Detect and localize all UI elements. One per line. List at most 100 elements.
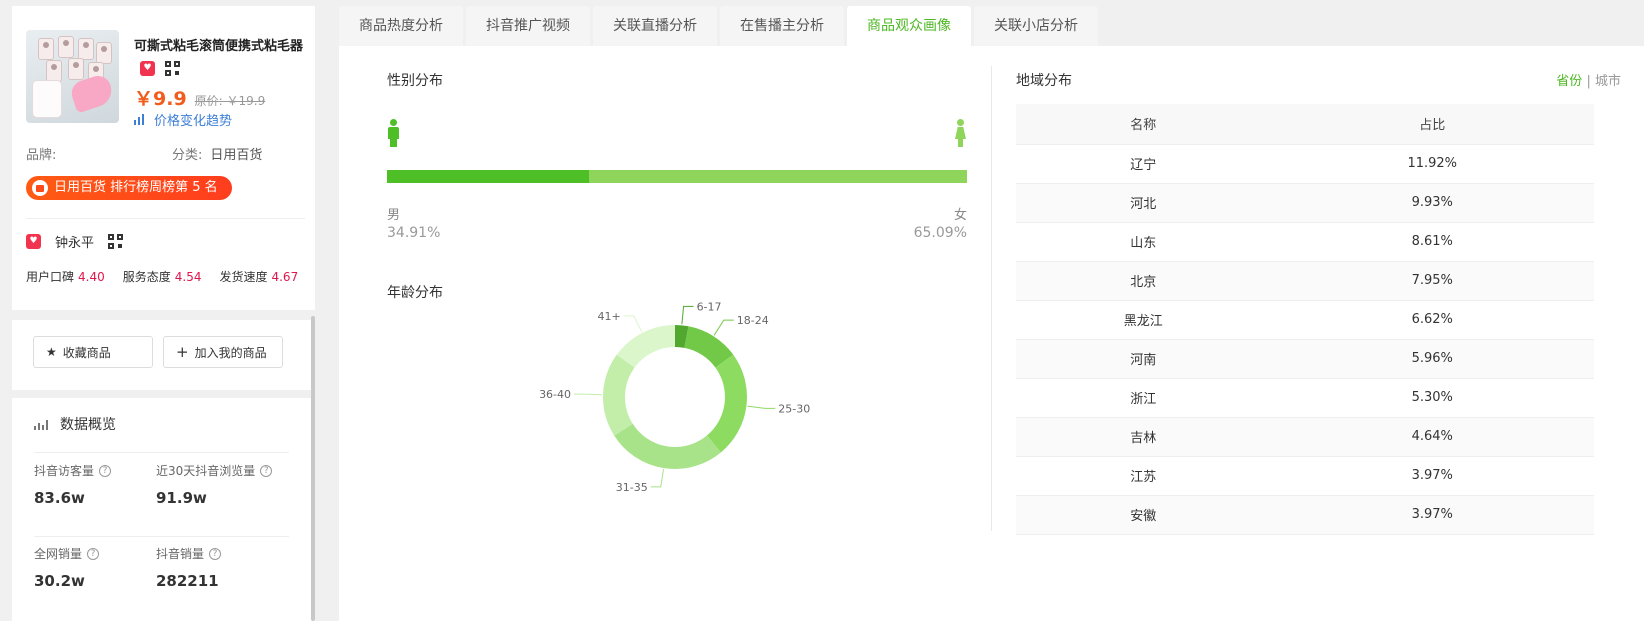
- sidebar-scrollbar[interactable]: [311, 316, 315, 621]
- shop-icon: [26, 234, 41, 249]
- qr-code-icon[interactable]: [108, 234, 124, 249]
- toggle-province[interactable]: 省份: [1556, 74, 1582, 89]
- tab-heat-analysis[interactable]: 商品热度分析: [339, 6, 463, 46]
- bar-chart-icon: [134, 114, 146, 125]
- region-table: 名称 占比 辽宁 11.92% 河北 9.93% 山东 8.61% 北京 7.95% 黑…: [1016, 104, 1594, 535]
- age-slice-6-17[interactable]: [674, 325, 689, 348]
- current-price: ￥9.9: [134, 88, 187, 110]
- age-slice-31-35[interactable]: [614, 423, 721, 469]
- age-slice-25-30[interactable]: [706, 354, 747, 453]
- tab-live-analysis[interactable]: 关联直播分析: [593, 6, 717, 46]
- region-share: 6.62%: [1270, 300, 1594, 340]
- price-trend-link[interactable]: 价格变化趋势: [134, 110, 232, 129]
- column-header-share: 占比: [1270, 104, 1594, 145]
- chart-icon: [34, 418, 50, 430]
- help-icon[interactable]: ?: [260, 464, 273, 477]
- shop-name: 钟永平: [55, 236, 95, 251]
- region-name: 辽宁: [1016, 144, 1271, 184]
- product-title[interactable]: 可撕式粘毛滚筒便携式粘毛器: [134, 36, 312, 80]
- price-trend-label: 价格变化趋势: [154, 114, 233, 129]
- age-leader-line: [574, 393, 603, 396]
- divider: [26, 218, 305, 219]
- table-row: 江苏 3.97%: [1016, 456, 1594, 496]
- region-share: 4.64%: [1270, 417, 1594, 457]
- region-name: 安徽: [1016, 495, 1271, 535]
- help-icon[interactable]: ?: [87, 547, 100, 560]
- age-slice-18-24[interactable]: [683, 326, 734, 368]
- table-row: 辽宁 11.92%: [1016, 144, 1594, 184]
- section-gap: [12, 310, 315, 320]
- age-donut-chart: 6-17 18-24 25-30 31-35 36-40 41+: [539, 300, 810, 493]
- region-share: 5.30%: [1270, 378, 1594, 418]
- table-row: 吉林 4.64%: [1016, 417, 1594, 457]
- region-name: 河南: [1016, 339, 1271, 379]
- rank-badge[interactable]: 日用百货 排行榜周榜第 5 名: [26, 176, 232, 200]
- table-row: 北京 7.95%: [1016, 261, 1594, 301]
- age-label: 41+: [597, 310, 620, 323]
- region-name: 河北: [1016, 183, 1271, 223]
- shop-icon[interactable]: [140, 61, 155, 76]
- tab-related-shops[interactable]: 关联小店分析: [974, 6, 1098, 46]
- product-title-text: 可撕式粘毛滚筒便携式粘毛器: [134, 39, 304, 54]
- tab-audience-profile[interactable]: 商品观众画像: [847, 6, 971, 46]
- action-buttons: ★ 收藏商品 + 加入我的商品: [33, 336, 283, 368]
- stat-douyin-visitors: 抖音访客量? 83.6w: [34, 462, 112, 507]
- toggle-separator: |: [1586, 74, 1591, 89]
- category-value: 日用百货: [210, 148, 263, 163]
- add-to-my-products-button[interactable]: + 加入我的商品: [163, 336, 283, 368]
- region-share: 8.61%: [1270, 222, 1594, 262]
- stat-total-sales: 全网销量? 30.2w: [34, 545, 100, 590]
- column-header-name: 名称: [1016, 104, 1271, 145]
- toggle-city[interactable]: 城市: [1595, 74, 1621, 89]
- product-sidebar: 可撕式粘毛滚筒便携式粘毛器 ￥9.9 原价: ￥19.9 价格变化趋势 品牌: …: [12, 6, 315, 621]
- age-slice-41+[interactable]: [616, 325, 676, 369]
- table-row: 河北 9.93%: [1016, 183, 1594, 223]
- region-title: 地域分布: [1016, 73, 1072, 89]
- shop-row[interactable]: 钟永平: [26, 232, 124, 251]
- region-toggle: 省份 | 城市: [1556, 70, 1621, 89]
- age-leader-line: [681, 305, 694, 325]
- divider: [991, 66, 992, 531]
- table-row: 河南 5.96%: [1016, 339, 1594, 379]
- table-row: 安徽 3.97%: [1016, 495, 1594, 535]
- help-icon[interactable]: ?: [99, 464, 112, 477]
- rating-shipping: 发货速度 4.67: [219, 270, 299, 284]
- qr-code-icon[interactable]: [165, 61, 180, 76]
- stat-douyin-sales: 抖音销量? 282211: [156, 545, 222, 590]
- tab-streamer-analysis[interactable]: 在售播主分析: [720, 6, 844, 46]
- original-price: 原价: ￥19.9: [194, 94, 266, 108]
- help-icon[interactable]: ?: [209, 547, 222, 560]
- age-label: 18-24: [737, 314, 769, 327]
- region-name: 黑龙江: [1016, 300, 1271, 340]
- product-image[interactable]: [26, 30, 119, 123]
- stat-30day-views: 近30天抖音浏览量? 91.9w: [156, 462, 273, 507]
- table-row: 黑龙江 6.62%: [1016, 300, 1594, 340]
- age-leader-line: [747, 405, 776, 409]
- region-name: 吉林: [1016, 417, 1271, 457]
- product-header: 可撕式粘毛滚筒便携式粘毛器 ￥9.9 原价: ￥19.9 价格变化趋势: [26, 30, 305, 130]
- tab-promo-videos[interactable]: 抖音推广视频: [466, 6, 590, 46]
- rating-reputation: 用户口碑 4.40: [26, 270, 105, 284]
- age-label: 36-40: [539, 388, 571, 401]
- product-meta: 品牌: 分类: 日用百货: [26, 144, 296, 163]
- category-label: 分类:: [172, 148, 203, 163]
- rating-service: 服务态度 4.54: [122, 270, 202, 284]
- age-leader-line: [713, 319, 734, 336]
- age-slice-36-40[interactable]: [603, 354, 635, 436]
- audience-profile-panel: 性别分布 男 女 34.91% 65.09% 年龄分布 6-17 18-24 25-…: [339, 46, 1644, 621]
- plus-icon: +: [176, 343, 189, 361]
- region-share: 5.96%: [1270, 339, 1594, 379]
- age-leader-line: [650, 469, 665, 488]
- age-label: 25-30: [778, 402, 810, 415]
- region-share: 11.92%: [1270, 144, 1594, 184]
- price-row: ￥9.9 原价: ￥19.9: [134, 84, 265, 111]
- region-name: 江苏: [1016, 456, 1271, 496]
- region-name: 浙江: [1016, 378, 1271, 418]
- divider: [34, 536, 289, 537]
- favorite-button[interactable]: ★ 收藏商品: [33, 336, 153, 368]
- region-share: 7.95%: [1270, 261, 1594, 301]
- table-header-row: 名称 占比: [1016, 104, 1594, 145]
- table-row: 山东 8.61%: [1016, 222, 1594, 262]
- brand-label: 品牌:: [26, 148, 57, 163]
- region-name: 山东: [1016, 222, 1271, 262]
